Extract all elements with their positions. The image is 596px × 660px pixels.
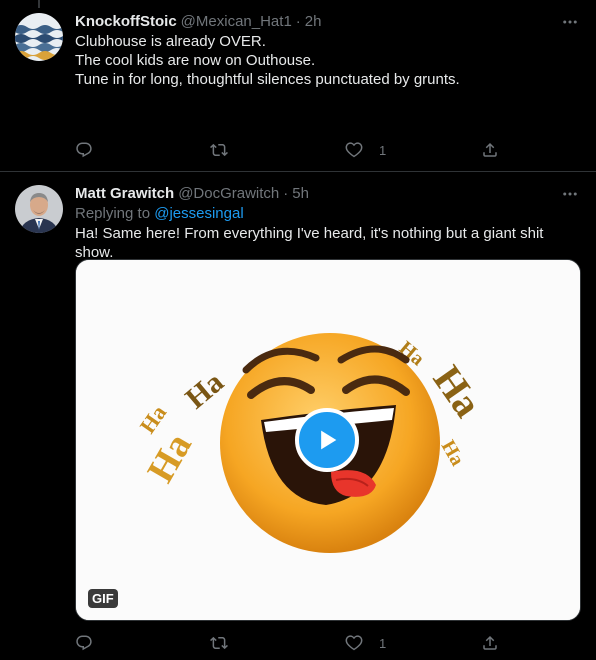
reply-icon xyxy=(76,142,92,158)
timestamp[interactable]: 2h xyxy=(305,12,322,32)
replying-to-label: Replying to xyxy=(75,205,151,222)
display-name[interactable]: Matt Grawitch xyxy=(75,184,174,204)
user-handle[interactable]: @DocGrawitch xyxy=(178,184,279,204)
retweet-icon xyxy=(210,143,228,157)
like-icon xyxy=(345,142,363,158)
tweet-header: KnockoffStoic @Mexican_Hat1 · 2h xyxy=(75,12,582,32)
gif-badge: GIF xyxy=(88,589,118,608)
replying-to: Replying to @jessesingal xyxy=(75,204,582,224)
play-button[interactable] xyxy=(295,408,359,472)
reply-button[interactable] xyxy=(75,633,93,653)
tweet-paragraph: The cool kids are now on Outhouse. xyxy=(75,52,316,69)
avatar[interactable] xyxy=(15,13,63,61)
timestamp[interactable]: 5h xyxy=(292,184,309,204)
gif-media[interactable]: Ha Ha Ha Ha Ha Ha GIF xyxy=(75,259,581,621)
tweet-text: Ha! Same here! From everything I've hear… xyxy=(75,225,544,261)
tweet-text: Clubhouse is already OVER. The cool kids… xyxy=(75,32,582,89)
avatar[interactable] xyxy=(15,185,63,233)
retweet-button[interactable] xyxy=(210,140,228,160)
tweet-actions: 1 xyxy=(75,633,515,653)
like-count: 1 xyxy=(379,142,387,158)
retweet-button[interactable] xyxy=(210,633,228,653)
replying-to-handle-link[interactable]: @jessesingal xyxy=(154,205,243,222)
reply-icon xyxy=(76,635,92,651)
share-button[interactable] xyxy=(481,140,499,160)
more-icon[interactable] xyxy=(560,184,580,204)
tweet-paragraph: Clubhouse is already OVER. xyxy=(75,33,266,50)
like-button[interactable]: 1 xyxy=(345,140,386,160)
tweet-knockoffstoic[interactable]: KnockoffStoic @Mexican_Hat1 · 2h Clubhou… xyxy=(0,0,596,172)
tweet-paragraph: Tune in for long, thoughtful silences pu… xyxy=(75,71,460,88)
like-button[interactable]: 1 xyxy=(345,633,386,653)
separator-dot: · xyxy=(295,13,301,30)
share-icon xyxy=(483,142,497,157)
share-icon xyxy=(483,635,497,650)
tweet-header: Matt Grawitch @DocGrawitch · 5h xyxy=(75,184,582,204)
more-icon[interactable] xyxy=(560,12,580,32)
user-handle[interactable]: @Mexican_Hat1 xyxy=(181,12,292,32)
like-icon xyxy=(345,635,363,651)
share-button[interactable] xyxy=(481,633,499,653)
retweet-icon xyxy=(210,636,228,650)
like-count: 1 xyxy=(379,635,387,651)
separator-dot: · xyxy=(283,185,289,202)
tweet-mattgrawitch[interactable]: Matt Grawitch @DocGrawitch · 5h Replying… xyxy=(0,173,596,660)
display-name[interactable]: KnockoffStoic xyxy=(75,12,177,32)
reply-button[interactable] xyxy=(75,140,93,160)
play-icon xyxy=(321,430,337,450)
tweet-actions: 1 xyxy=(75,140,515,160)
